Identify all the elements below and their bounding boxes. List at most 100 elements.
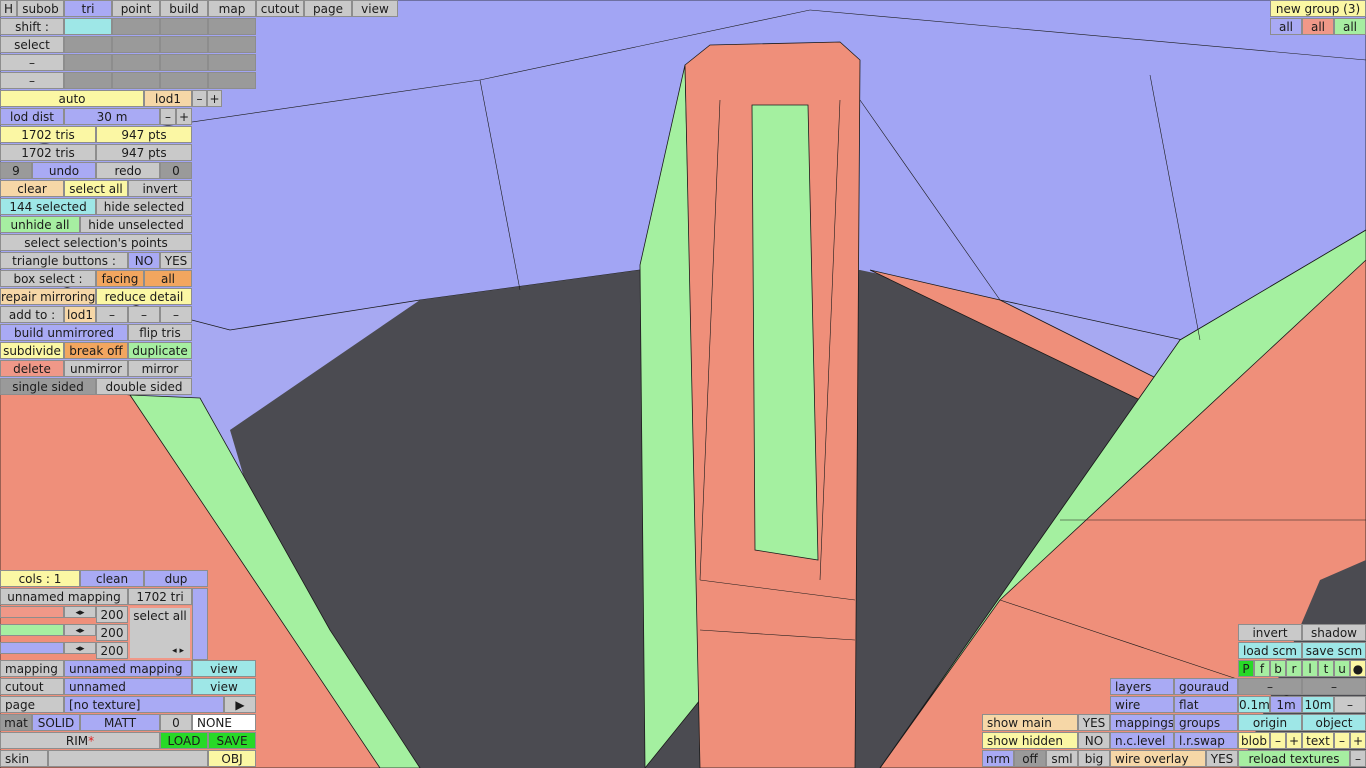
invert-view-button[interactable]: invert	[1238, 624, 1302, 641]
add-to-slot-1[interactable]: –	[96, 306, 128, 323]
color-select-all[interactable]: select all	[130, 608, 190, 625]
cutout-value[interactable]: unnamed	[64, 678, 192, 695]
lod-minus-button[interactable]: –	[192, 90, 207, 107]
repair-mirroring-button[interactable]: repair mirroring	[0, 288, 96, 305]
lod-plus-button[interactable]: +	[207, 90, 222, 107]
slot-3-3[interactable]	[160, 54, 208, 71]
slot-4-3[interactable]	[160, 72, 208, 89]
blob-plus[interactable]: +	[1286, 732, 1302, 749]
tab-page[interactable]: page	[304, 0, 352, 17]
color-mapping-name[interactable]: unnamed mapping	[0, 588, 128, 605]
unmirror-button[interactable]: unmirror	[64, 360, 128, 377]
arrow-right-icon[interactable]: ▸	[80, 644, 85, 653]
single-sided-button[interactable]: single sided	[0, 378, 96, 395]
tab-view[interactable]: view	[352, 0, 398, 17]
select-slot-3[interactable]	[160, 36, 208, 53]
shift-slot-3[interactable]	[160, 18, 208, 35]
row-dash-2[interactable]: –	[0, 72, 64, 89]
blob-minus[interactable]: –	[1270, 732, 1286, 749]
red-slider-arrows[interactable]: ◂▸	[64, 606, 96, 618]
shift-slot-4[interactable]	[208, 18, 256, 35]
build-unmirrored-button[interactable]: build unmirrored	[0, 324, 128, 341]
nclevel-button[interactable]: n.c.level	[1110, 732, 1174, 749]
group-all-3[interactable]: all	[1334, 18, 1366, 35]
red-value[interactable]: 200	[96, 606, 128, 623]
flag-r[interactable]: r	[1286, 660, 1302, 677]
subdivide-button[interactable]: subdivide	[0, 342, 64, 359]
green-slider[interactable]	[0, 624, 64, 636]
gouraud-button[interactable]: gouraud	[1174, 678, 1238, 695]
load-scm-button[interactable]: load scm	[1238, 642, 1302, 659]
flip-tris-button[interactable]: flip tris	[128, 324, 192, 341]
red-slider[interactable]	[0, 606, 64, 618]
big-button[interactable]: big	[1078, 750, 1110, 767]
lod-auto-button[interactable]: auto	[0, 90, 144, 107]
lod-dist-plus[interactable]: +	[176, 108, 192, 125]
color-select-all-box[interactable]: select all ◂ ▸	[128, 606, 192, 660]
load-button[interactable]: LOAD	[160, 732, 208, 749]
triangle-buttons-yes[interactable]: YES	[160, 252, 192, 269]
lod-dist-value[interactable]: 30 m	[64, 108, 160, 125]
reload-minus[interactable]: –	[1350, 750, 1366, 767]
shift-slot-1[interactable]	[64, 18, 112, 35]
mat-solid-button[interactable]: SOLID	[32, 714, 80, 731]
dist-0-1m[interactable]: 0.1m	[1238, 696, 1270, 713]
break-off-button[interactable]: break off	[64, 342, 128, 359]
hide-selected-button[interactable]: hide selected	[96, 198, 192, 215]
add-to-lod[interactable]: lod1	[64, 306, 96, 323]
slot-4-1[interactable]	[64, 72, 112, 89]
flag-p[interactable]: P	[1238, 660, 1254, 677]
add-to-slot-2[interactable]: –	[128, 306, 160, 323]
wire-overlay-toggle[interactable]: YES	[1206, 750, 1238, 767]
tab-build[interactable]: build	[160, 0, 208, 17]
save-scm-button[interactable]: save scm	[1302, 642, 1366, 659]
slot-4-4[interactable]	[208, 72, 256, 89]
clean-button[interactable]: clean	[80, 570, 144, 587]
cutout-view-button[interactable]: view	[192, 678, 256, 695]
green-value[interactable]: 200	[96, 624, 128, 641]
group-all-1[interactable]: all	[1270, 18, 1302, 35]
flat-button[interactable]: flat	[1174, 696, 1238, 713]
right-dash-2[interactable]: –	[1302, 678, 1366, 695]
mat-none[interactable]: NONE	[192, 714, 256, 731]
tab-cutout[interactable]: cutout	[256, 0, 304, 17]
flag-t[interactable]: t	[1318, 660, 1334, 677]
unhide-all-button[interactable]: unhide all	[0, 216, 80, 233]
off-button[interactable]: off	[1014, 750, 1046, 767]
color-scrollbar[interactable]	[192, 588, 208, 660]
select-points-button[interactable]: select selection's points	[0, 234, 192, 251]
invert-button[interactable]: invert	[128, 180, 192, 197]
shadow-button[interactable]: shadow	[1302, 624, 1366, 641]
dist-10m[interactable]: 10m	[1302, 696, 1334, 713]
layers-button[interactable]: layers	[1110, 678, 1174, 695]
blue-slider-arrows[interactable]: ◂▸	[64, 642, 96, 654]
mappings-button[interactable]: mappings	[1110, 714, 1174, 731]
text-plus[interactable]: +	[1350, 732, 1366, 749]
slot-3-4[interactable]	[208, 54, 256, 71]
origin-button[interactable]: origin	[1238, 714, 1302, 731]
page-value[interactable]: [no texture]	[64, 696, 224, 713]
right-dash-1[interactable]: –	[1238, 678, 1302, 695]
mapping-value[interactable]: unnamed mapping	[64, 660, 192, 677]
flag-b[interactable]: b	[1270, 660, 1286, 677]
flag-l[interactable]: l	[1302, 660, 1318, 677]
mapping-view-button[interactable]: view	[192, 660, 256, 677]
shift-slot-2[interactable]	[112, 18, 160, 35]
h-button[interactable]: H	[0, 0, 17, 17]
blue-slider[interactable]	[0, 642, 64, 654]
add-to-slot-3[interactable]: –	[160, 306, 192, 323]
rim-button[interactable]: RIM*	[0, 732, 160, 749]
box-select-all[interactable]: all	[144, 270, 192, 287]
hide-unselected-button[interactable]: hide unselected	[80, 216, 192, 233]
undo-button[interactable]: undo	[32, 162, 96, 179]
slot-4-2[interactable]	[112, 72, 160, 89]
obj-button[interactable]: OBJ	[208, 750, 256, 767]
blue-value[interactable]: 200	[96, 642, 128, 659]
show-hidden-toggle[interactable]: NO	[1078, 732, 1110, 749]
group-all-2[interactable]: all	[1302, 18, 1334, 35]
flag-u[interactable]: u	[1334, 660, 1350, 677]
arrow-right-icon[interactable]: ▸	[80, 626, 85, 635]
arrow-left-icon[interactable]: ◂	[172, 646, 177, 656]
select-slot-1[interactable]	[64, 36, 112, 53]
slot-3-2[interactable]	[112, 54, 160, 71]
